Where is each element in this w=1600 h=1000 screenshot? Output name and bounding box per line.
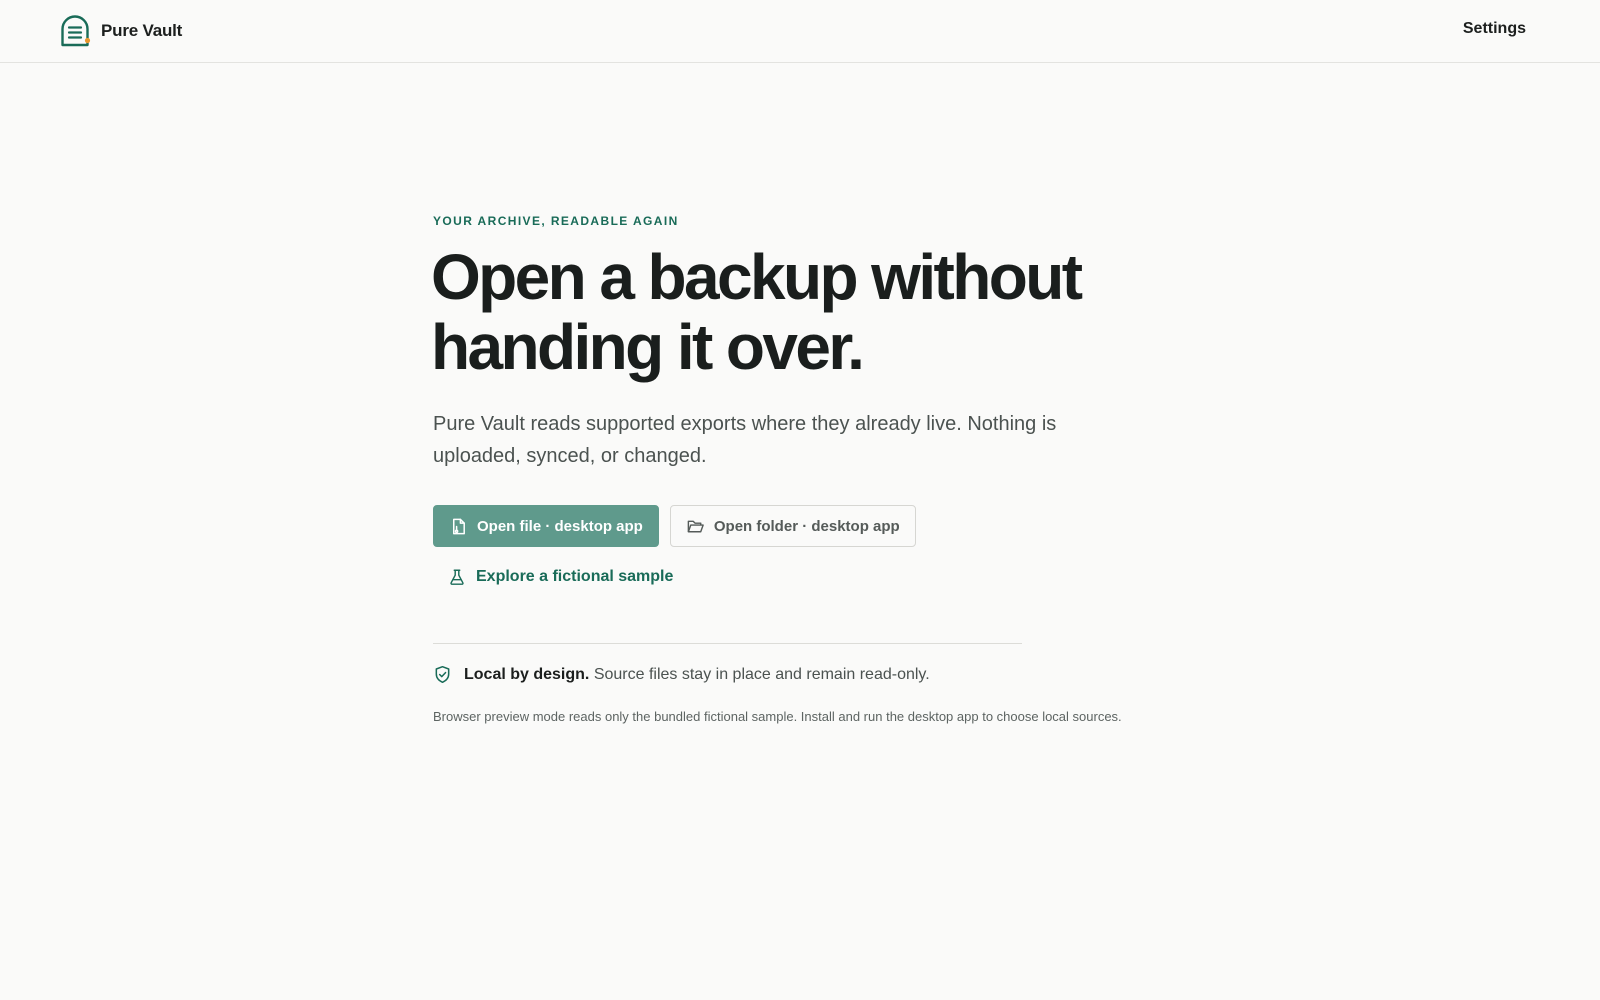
- shield-check-icon: [435, 665, 450, 684]
- hero-section: YOUR ARCHIVE, READABLE AGAIN Open a back…: [431, 214, 1193, 737]
- explore-sample-label: Explore a fictional sample: [476, 568, 674, 585]
- explore-sample-link[interactable]: Explore a fictional sample: [448, 568, 673, 586]
- eyebrow-label: YOUR ARCHIVE, READABLE AGAIN: [433, 214, 679, 228]
- file-icon: [452, 518, 465, 534]
- flask-icon: [450, 569, 464, 585]
- section-divider: [433, 643, 1022, 644]
- settings-link[interactable]: Settings: [1463, 20, 1526, 38]
- local-notice-text: Local by design. Source files stay in pl…: [464, 666, 930, 684]
- app-name: Pure Vault: [101, 21, 183, 40]
- open-folder-label: Open folder · desktop app: [713, 517, 900, 535]
- folder-open-icon: [687, 520, 704, 532]
- brand-home-link[interactable]: Pure Vault: [59, 15, 182, 47]
- open-file-label: Open file · desktop app: [477, 517, 643, 535]
- headline-line-2: handing it over.: [431, 311, 865, 383]
- action-buttons: Open file · desktop app Open folder · de…: [433, 505, 1193, 547]
- top-bar: Pure Vault Settings: [0, 0, 1600, 63]
- browser-preview-footnote: Browser preview mode reads only the bund…: [433, 709, 1122, 724]
- local-notice: Local by design. Source files stay in pl…: [433, 665, 1193, 684]
- local-notice-body: Source files stay in place and remain re…: [593, 665, 930, 683]
- open-file-button[interactable]: Open file · desktop app: [433, 505, 659, 547]
- headline-line-1: Open a backup without: [431, 241, 1083, 313]
- local-notice-strong: Local by design.: [464, 665, 590, 683]
- hero-description: Pure Vault reads supported exports where…: [433, 413, 1057, 467]
- document-vault-logo-icon: [61, 15, 91, 47]
- open-folder-button[interactable]: Open folder · desktop app: [669, 505, 916, 547]
- page-headline: Open a backup without handing it over.: [431, 242, 1193, 382]
